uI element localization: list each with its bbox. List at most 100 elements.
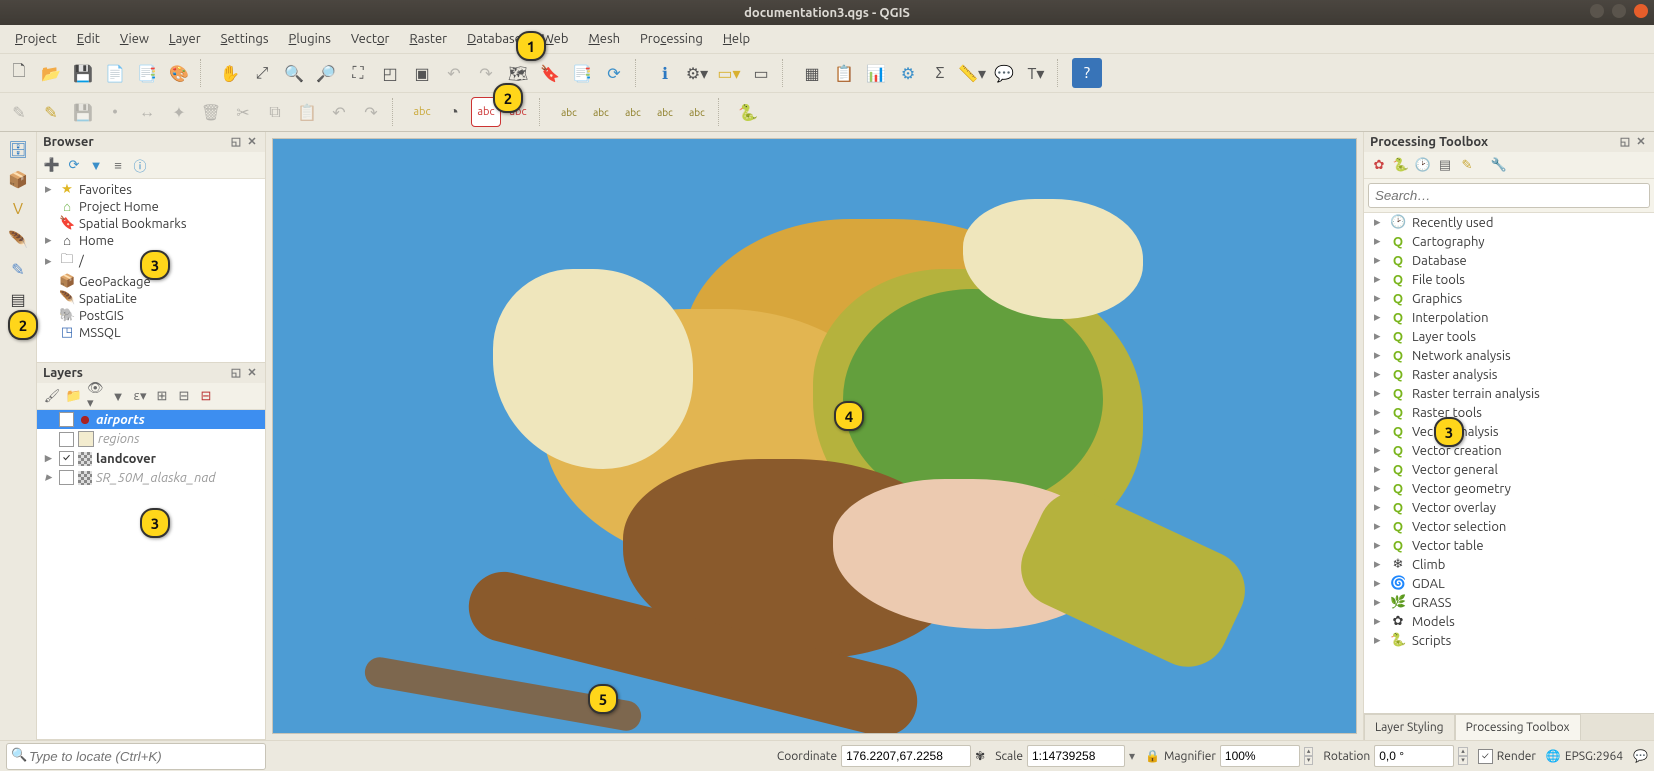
toolbox-group[interactable]: ▸❄Climb xyxy=(1364,555,1654,574)
processing-search-input[interactable] xyxy=(1368,183,1650,208)
browser-geopackage[interactable]: GeoPackage xyxy=(79,275,151,289)
processing-results-icon[interactable]: ▤ xyxy=(1436,156,1454,174)
menu-mesh[interactable]: Mesh xyxy=(579,29,629,49)
measure-icon[interactable]: 📏▾ xyxy=(957,58,987,88)
current-edits-icon[interactable]: ✎ xyxy=(4,97,34,127)
toolbox-icon[interactable]: ⚙ xyxy=(893,58,923,88)
browser-spatial-bookmarks[interactable]: Spatial Bookmarks xyxy=(79,217,187,231)
redo-icon[interactable]: ↷ xyxy=(356,97,386,127)
layers-remove-icon[interactable]: ⊟ xyxy=(197,387,215,405)
zoom-next-icon[interactable]: ↷ xyxy=(471,58,501,88)
menu-raster[interactable]: Raster xyxy=(400,29,456,49)
toolbox-group[interactable]: ▸QRaster analysis xyxy=(1364,365,1654,384)
label-layer-icon[interactable]: abc xyxy=(407,97,437,127)
toolbox-group[interactable]: ▸QVector overlay xyxy=(1364,498,1654,517)
menu-view[interactable]: View xyxy=(111,29,158,49)
add-feature-icon[interactable]: • xyxy=(100,97,130,127)
browser-mssql[interactable]: MSSQL xyxy=(79,326,121,340)
text-annotation-icon[interactable]: T▾ xyxy=(1021,58,1051,88)
browser-refresh-icon[interactable]: ⟳ xyxy=(65,156,83,174)
layers-style-icon[interactable]: 🖌 xyxy=(43,387,61,405)
browser-undock-icon[interactable]: ◱ xyxy=(229,135,243,149)
identify-icon[interactable]: ℹ xyxy=(650,58,680,88)
copy-features-icon[interactable]: ⧉ xyxy=(260,97,290,127)
layer-airports-checkbox[interactable] xyxy=(59,412,74,427)
processing-history-icon[interactable]: 🕑 xyxy=(1414,156,1432,174)
browser-add-icon[interactable]: ➕ xyxy=(43,156,61,174)
delete-selected-icon[interactable]: 🗑 xyxy=(196,97,226,127)
menu-settings[interactable]: Settings xyxy=(212,29,278,49)
map-tips-icon[interactable]: 💬 xyxy=(989,58,1019,88)
label-tool-2-icon[interactable]: abc xyxy=(586,97,616,127)
style-manager-icon[interactable]: 🎨 xyxy=(164,58,194,88)
window-close[interactable] xyxy=(1634,4,1648,18)
processing-model-icon[interactable]: ✿ xyxy=(1370,156,1388,174)
layer-regions[interactable]: regions xyxy=(37,429,265,449)
open-attribute-table-icon[interactable]: ▦ xyxy=(797,58,827,88)
window-maximize[interactable] xyxy=(1612,4,1626,18)
toolbox-group[interactable]: ▸QFile tools xyxy=(1364,270,1654,289)
zoom-full-icon[interactable]: ⛶ xyxy=(343,58,373,88)
menu-vector[interactable]: Vector xyxy=(342,29,399,49)
toolbox-group[interactable]: ▸QVector general xyxy=(1364,460,1654,479)
select-icon[interactable]: ▭▾ xyxy=(714,58,744,88)
processing-script-icon[interactable]: 🐍 xyxy=(1392,156,1410,174)
menu-project[interactable]: Project xyxy=(6,29,66,49)
coordinate-input[interactable] xyxy=(841,745,971,767)
layers-expandall-icon[interactable]: ⊞ xyxy=(153,387,171,405)
zoom-out-icon[interactable]: 🔎 xyxy=(311,58,341,88)
save-project-icon[interactable]: 💾 xyxy=(68,58,98,88)
open-project-icon[interactable]: 📂 xyxy=(36,58,66,88)
browser-spatialite[interactable]: SpatiaLite xyxy=(79,292,137,306)
menu-processing[interactable]: Processing xyxy=(631,29,712,49)
layer-airports[interactable]: airports xyxy=(37,410,265,429)
new-geopackage-icon[interactable]: 📦 xyxy=(5,166,31,192)
zoom-layer-icon[interactable]: ▣ xyxy=(407,58,437,88)
layers-visibility-icon[interactable]: 👁▾ xyxy=(87,387,105,405)
window-minimize[interactable] xyxy=(1590,4,1604,18)
menu-plugins[interactable]: Plugins xyxy=(280,29,340,49)
toolbox-group[interactable]: ▸QVector geometry xyxy=(1364,479,1654,498)
label-tool-1-icon[interactable]: abc xyxy=(554,97,584,127)
toolbox-group[interactable]: ▸QVector table xyxy=(1364,536,1654,555)
scale-dropdown-icon[interactable]: ▾ xyxy=(1129,749,1135,763)
rotation-spinner[interactable]: ▴▾ xyxy=(1458,747,1468,765)
data-source-manager-icon[interactable]: 🗄 xyxy=(5,136,31,162)
crs-icon[interactable]: 🌐 xyxy=(1546,749,1561,763)
messages-icon[interactable]: 💬 xyxy=(1633,749,1648,763)
label-tool-5-icon[interactable]: abc xyxy=(682,97,712,127)
statistics-icon[interactable]: 📊 xyxy=(861,58,891,88)
toolbox-group[interactable]: ▸QRaster terrain analysis xyxy=(1364,384,1654,403)
label-diagram-icon[interactable]: ◔ xyxy=(439,97,469,127)
browser-collapse-icon[interactable]: ≡ xyxy=(109,156,127,174)
cut-features-icon[interactable]: ✂ xyxy=(228,97,258,127)
rotation-input[interactable] xyxy=(1374,745,1454,767)
layers-collapseall-icon[interactable]: ⊟ xyxy=(175,387,193,405)
save-edits-icon[interactable]: 💾 xyxy=(68,97,98,127)
layers-expression-icon[interactable]: ε▾ xyxy=(131,387,149,405)
processing-options-icon[interactable]: 🔧 xyxy=(1490,156,1508,174)
toolbox-group[interactable]: ▸QRaster tools xyxy=(1364,403,1654,422)
show-bookmarks-icon[interactable]: 📑 xyxy=(567,58,597,88)
browser-filter-icon[interactable]: ▼ xyxy=(87,156,105,174)
processing-close-icon[interactable]: ✕ xyxy=(1634,135,1648,149)
tab-layer-styling[interactable]: Layer Styling xyxy=(1364,714,1455,740)
deselect-icon[interactable]: ▭ xyxy=(746,58,776,88)
refresh-icon[interactable]: ⟳ xyxy=(599,58,629,88)
layers-add-group-icon[interactable]: 📁 xyxy=(65,387,83,405)
browser-close-icon[interactable]: ✕ xyxy=(245,135,259,149)
toolbox-group[interactable]: ▸QGraphics xyxy=(1364,289,1654,308)
new-bookmark-icon[interactable]: 🔖 xyxy=(535,58,565,88)
toolbox-group[interactable]: ▸🕑Recently used xyxy=(1364,213,1654,232)
menu-layer[interactable]: Layer xyxy=(160,29,210,49)
toolbox-group[interactable]: ▸QNetwork analysis xyxy=(1364,346,1654,365)
layers-tree[interactable]: airports regions ▸✓ landcover ▸ xyxy=(37,410,265,739)
toggle-editing-icon[interactable]: ✎ xyxy=(36,97,66,127)
python-console-icon[interactable]: 🐍 xyxy=(733,97,763,127)
toolbox-group[interactable]: ▸QInterpolation xyxy=(1364,308,1654,327)
browser-root[interactable]: / xyxy=(79,254,84,268)
magnifier-spinner[interactable]: ▴▾ xyxy=(1304,747,1314,765)
lock-icon[interactable]: 🔒 xyxy=(1145,749,1160,763)
node-tool-icon[interactable]: ✦ xyxy=(164,97,194,127)
pan-icon[interactable]: ✋ xyxy=(215,58,245,88)
